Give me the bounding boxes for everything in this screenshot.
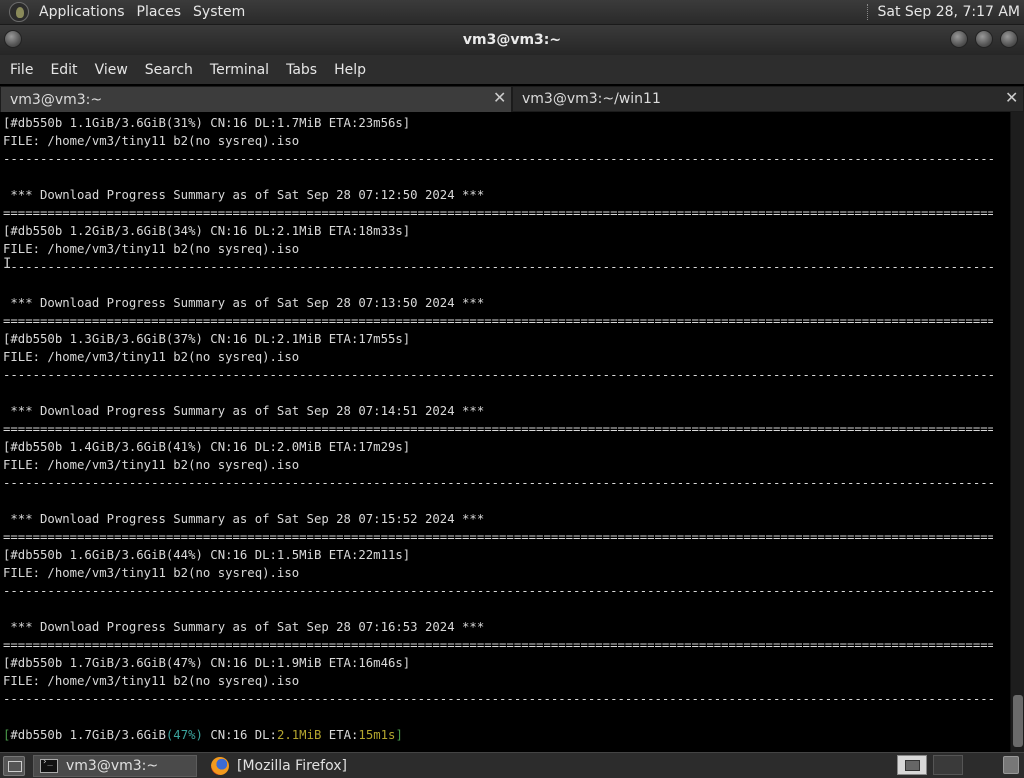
status-line: [#db550b 1.6GiB/3.6GiB(44%) CN:16 DL:1.5… (3, 548, 411, 562)
panel-clock[interactable]: Sat Sep 28, 7:17 AM (877, 4, 1020, 20)
menu-terminal[interactable]: Terminal (203, 62, 276, 78)
system-menu[interactable]: System (187, 0, 251, 25)
separator-line: ----------------------------------------… (3, 260, 993, 274)
summary-header: *** Download Progress Summary as of Sat … (3, 512, 485, 526)
taskbar-item-label: vm3@vm3:~ (66, 757, 159, 774)
window-titlebar[interactable]: vm3@vm3:~ (0, 25, 1024, 55)
status-line: [#db550b 1.3GiB/3.6GiB(37%) CN:16 DL:2.1… (3, 332, 411, 346)
separator-line: ----------------------------------------… (3, 476, 993, 490)
status-line: [#db550b 1.4GiB/3.6GiB(41%) CN:16 DL:2.0… (3, 440, 411, 454)
menu-file[interactable]: File (3, 62, 40, 78)
separator-line: ========================================… (3, 314, 993, 328)
tab-bar: vm3@vm3:~ ✕ vm3@vm3:~/win11 ✕ (0, 86, 1024, 112)
menu-help[interactable]: Help (327, 62, 373, 78)
summary-header: *** Download Progress Summary as of Sat … (3, 620, 485, 634)
scrollbar-thumb[interactable] (1013, 695, 1023, 747)
show-desktop-icon[interactable] (3, 755, 25, 776)
close-icon[interactable]: ✕ (1005, 90, 1019, 106)
maximize-button[interactable] (975, 30, 993, 48)
status-line: [#db550b 1.1GiB/3.6GiB(31%) CN:16 DL:1.7… (3, 116, 411, 130)
summary-header: *** Download Progress Summary as of Sat … (3, 188, 485, 202)
trash-icon[interactable] (1003, 756, 1019, 774)
separator-line: ----------------------------------------… (3, 368, 993, 382)
separator-line: ========================================… (3, 206, 993, 220)
menu-edit[interactable]: Edit (43, 62, 84, 78)
menu-bar: File Edit View Search Terminal Tabs Help (0, 55, 1024, 84)
file-line: FILE: /home/vm3/tiny11 b2(no sysreq).iso (3, 242, 300, 256)
tab-home[interactable]: vm3@vm3:~ ✕ (0, 86, 512, 112)
window-title: vm3@vm3:~ (462, 32, 562, 48)
taskbar-item-terminal[interactable]: vm3@vm3:~ (33, 754, 197, 777)
tab-label: vm3@vm3:~/win11 (522, 91, 661, 107)
live-cn: CN:16 DL: (202, 728, 277, 742)
taskbar-item-label: [Mozilla Firefox] (237, 757, 347, 774)
firefox-icon (211, 756, 229, 775)
bottom-taskbar: vm3@vm3:~ [Mozilla Firefox] (0, 752, 1024, 778)
separator-line: ========================================… (3, 638, 993, 652)
panel-right: Sat Sep 28, 7:17 AM (867, 4, 1024, 20)
file-line: FILE: /home/vm3/tiny11 b2(no sysreq).iso (3, 566, 300, 580)
gnome-foot-icon[interactable] (9, 2, 29, 22)
close-window-button[interactable] (1000, 30, 1018, 48)
live-eta: 15m1s (358, 728, 396, 742)
summary-header: *** Download Progress Summary as of Sat … (3, 404, 485, 418)
live-percent: (47%) (165, 728, 203, 742)
terminal-icon (40, 757, 58, 773)
live-speed: 2.1MiB (276, 728, 322, 742)
live-gid: #db550b 1.7GiB/3.6GiB (10, 728, 166, 742)
close-icon[interactable]: ✕ (493, 90, 507, 106)
panel-separator (867, 4, 869, 20)
separator-line: ========================================… (3, 530, 993, 544)
tab-win11[interactable]: vm3@vm3:~/win11 ✕ (512, 86, 1024, 112)
places-menu[interactable]: Places (131, 0, 188, 25)
separator-line: ----------------------------------------… (3, 152, 993, 166)
menu-search[interactable]: Search (138, 62, 200, 78)
status-line: [#db550b 1.7GiB/3.6GiB(47%) CN:16 DL:1.9… (3, 656, 411, 670)
terminal-output[interactable]: [#db550b 1.1GiB/3.6GiB(31%) CN:16 DL:1.7… (0, 112, 1010, 752)
live-status-line: [#db550b 1.7GiB/3.6GiB(47%) CN:16 DL:2.1… (3, 726, 403, 744)
menu-view[interactable]: View (88, 62, 135, 78)
file-line: FILE: /home/vm3/tiny11 b2(no sysreq).iso (3, 134, 300, 148)
workspace-switcher-2[interactable] (933, 755, 963, 775)
workspace-switcher-1[interactable] (897, 755, 927, 775)
minimize-button[interactable] (950, 30, 968, 48)
separator-line: ----------------------------------------… (3, 584, 993, 598)
top-panel: Applications Places System Sat Sep 28, 7… (0, 0, 1024, 25)
ibeam-cursor-icon: I (3, 256, 12, 272)
taskbar-item-firefox[interactable]: [Mozilla Firefox] (205, 755, 353, 777)
separator-line: ----------------------------------------… (3, 692, 993, 706)
tab-label: vm3@vm3:~ (10, 91, 103, 108)
terminal-scrollbar[interactable] (1010, 112, 1024, 752)
status-line: [#db550b 1.2GiB/3.6GiB(34%) CN:16 DL:2.1… (3, 224, 411, 238)
applications-menu[interactable]: Applications (33, 0, 131, 25)
summary-header: *** Download Progress Summary as of Sat … (3, 296, 485, 310)
live-eta-label: ETA: (321, 728, 359, 742)
separator-line: ========================================… (3, 422, 993, 436)
file-line: FILE: /home/vm3/tiny11 b2(no sysreq).iso (3, 458, 300, 472)
live-bracket-close: ] (395, 728, 403, 742)
window-menu-button[interactable] (4, 30, 22, 48)
file-line: FILE: /home/vm3/tiny11 b2(no sysreq).iso (3, 674, 300, 688)
menu-tabs[interactable]: Tabs (279, 62, 324, 78)
file-line: FILE: /home/vm3/tiny11 b2(no sysreq).iso (3, 350, 300, 364)
